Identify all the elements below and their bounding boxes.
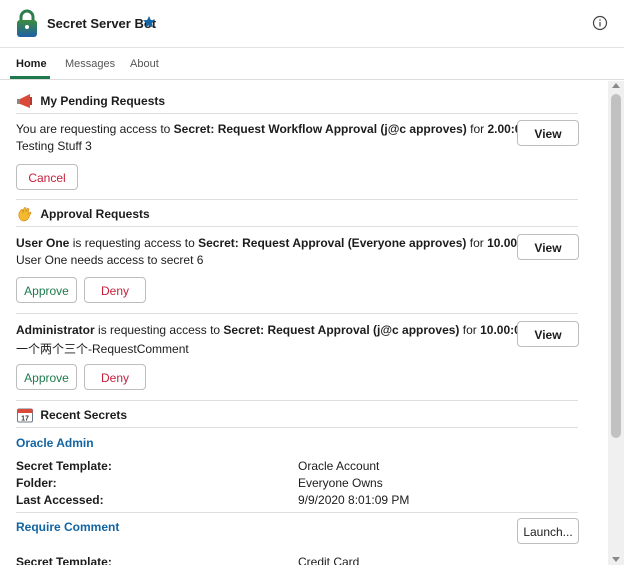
waving-hand-icon xyxy=(18,207,32,222)
divider xyxy=(16,113,578,114)
approve-button[interactable]: Approve xyxy=(16,364,77,390)
approval-request-comment: 一个两个三个-RequestComment xyxy=(16,342,189,356)
pending-requests-header: My Pending Requests xyxy=(16,93,165,111)
approval-request-text: Administrator is requesting access to Se… xyxy=(16,323,545,337)
last-accessed-value: 9/9/2020 8:01:09 PM xyxy=(298,493,410,507)
tab-bar: Home Messages About xyxy=(0,48,624,80)
divider xyxy=(16,199,578,200)
secret-link-require-comment[interactable]: Require Comment xyxy=(16,520,119,534)
divider xyxy=(16,226,578,227)
app-header: Secret Server Bot xyxy=(0,0,624,48)
megaphone-icon xyxy=(17,94,32,108)
calendar-day: 17 xyxy=(21,416,29,423)
deny-button[interactable]: Deny xyxy=(84,364,146,390)
divider xyxy=(16,512,578,513)
approval-view-button[interactable]: View xyxy=(517,234,579,260)
pending-request-text: You are requesting access to Secret: Req… xyxy=(16,122,546,136)
secret-template-label: Secret Template: xyxy=(16,459,112,473)
secret-link-oracle-admin[interactable]: Oracle Admin xyxy=(16,436,94,450)
folder-label: Folder: xyxy=(16,476,57,490)
deny-button[interactable]: Deny xyxy=(84,277,146,303)
info-icon[interactable] xyxy=(592,15,608,31)
approval-request-comment: User One needs access to secret 6 xyxy=(16,253,204,267)
approval-request-text: User One is requesting access to Secret:… xyxy=(16,236,552,250)
divider xyxy=(16,427,578,428)
pending-requests-title: My Pending Requests xyxy=(40,94,166,108)
tab-messages[interactable]: Messages xyxy=(65,58,115,70)
recent-secrets-header: 17 Recent Secrets xyxy=(16,407,127,425)
scroll-up-arrow-icon[interactable] xyxy=(612,83,620,88)
star-icon[interactable] xyxy=(142,15,156,29)
app-title: Secret Server Bot xyxy=(47,16,157,31)
lock-icon xyxy=(17,9,37,37)
pending-view-button[interactable]: View xyxy=(517,120,579,146)
scroll-down-arrow-icon[interactable] xyxy=(612,557,620,562)
divider xyxy=(16,400,578,401)
tab-home[interactable]: Home xyxy=(16,58,47,70)
calendar-icon: 17 xyxy=(17,408,33,423)
cancel-request-button[interactable]: Cancel xyxy=(16,164,78,190)
tab-about[interactable]: About xyxy=(130,58,159,70)
approval-requests-header: Approval Requests xyxy=(16,206,150,224)
home-content: My Pending Requests You are requesting a… xyxy=(0,81,608,565)
secret-template-value: Credit Card xyxy=(298,555,360,565)
recent-secrets-title: Recent Secrets xyxy=(40,408,128,422)
divider xyxy=(16,313,578,314)
approval-view-button[interactable]: View xyxy=(517,321,579,347)
folder-value: Everyone Owns xyxy=(298,476,383,490)
launch-button[interactable]: Launch... xyxy=(517,518,579,544)
scrollbar-thumb[interactable] xyxy=(611,94,621,438)
secret-template-label: Secret Template: xyxy=(16,555,112,565)
approval-requests-title: Approval Requests xyxy=(40,207,150,221)
secret-template-value: Oracle Account xyxy=(298,459,380,473)
approve-button[interactable]: Approve xyxy=(16,277,77,303)
pending-request-comment: Testing Stuff 3 xyxy=(16,139,92,153)
last-accessed-label: Last Accessed: xyxy=(16,493,104,507)
vertical-scrollbar[interactable] xyxy=(608,81,624,565)
active-tab-indicator xyxy=(10,76,50,79)
